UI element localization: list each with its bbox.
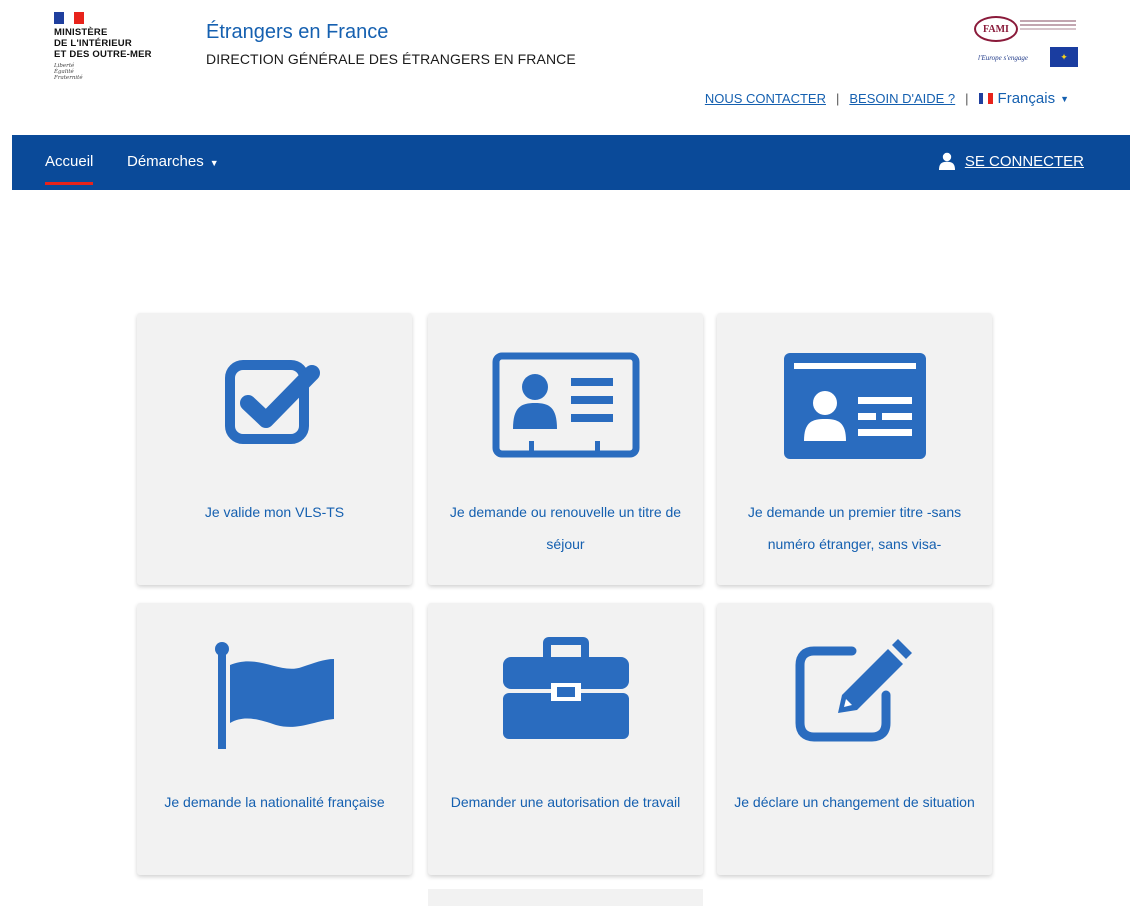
separator: | xyxy=(835,91,840,106)
tile-label: Je demande la nationalité française xyxy=(164,794,385,810)
tile-label: Demander une autorisation de travail xyxy=(450,794,681,810)
id-badge-icon xyxy=(492,352,639,458)
utility-nav: NOUS CONTACTER | BESOIN D'AIDE ? | Franç… xyxy=(705,90,1069,107)
tile-label: Je valide mon VLS-TS xyxy=(204,504,345,520)
marianne-flag-icon xyxy=(54,12,84,24)
flag-icon xyxy=(214,642,334,749)
checkbox-icon xyxy=(224,360,320,444)
fami-badge: FAMI xyxy=(974,16,1018,42)
tile-label: Je demande un premier titre -sans numéro… xyxy=(747,504,962,552)
login-button[interactable]: SE CONNECTER xyxy=(938,152,1084,170)
tile-change-situation[interactable]: Je déclare un changement de situation xyxy=(717,603,992,875)
help-link[interactable]: BESOIN D'AIDE ? xyxy=(849,91,955,106)
login-label: SE CONNECTER xyxy=(964,152,1084,170)
chevron-down-icon: ▼ xyxy=(209,158,219,168)
ministry-line-2: DE L'INTÉRIEUR xyxy=(54,38,132,49)
ministry-line-3: ET DES OUTRE-MER xyxy=(54,49,152,60)
site-header: MINISTÈRE DE L'INTÉRIEUR ET DES OUTRE-ME… xyxy=(0,0,1147,135)
tile-label: Je déclare un changement de situation xyxy=(734,794,975,810)
language-selector[interactable]: Français ▼ xyxy=(978,90,1069,107)
motto: Liberté Égalité Fraternité xyxy=(54,63,184,81)
tile-work-authorization[interactable]: Demander une autorisation de travail xyxy=(428,603,703,875)
site-title[interactable]: Étrangers en France xyxy=(206,21,388,44)
tile-label: Je demande ou renouvelle un titre de séj… xyxy=(449,504,682,552)
tile-residence-permit[interactable]: Je demande ou renouvelle un titre de séj… xyxy=(428,313,703,585)
nav-home[interactable]: Accueil xyxy=(45,153,94,185)
user-icon xyxy=(938,152,955,170)
fami-logo: FAMI l'Europe s'engage ✦ xyxy=(970,14,1082,72)
nav-procedures[interactable]: Démarches ▼ xyxy=(127,153,219,170)
contact-link[interactable]: NOUS CONTACTER xyxy=(705,91,826,106)
site-subtitle: DIRECTION GÉNÉRALE DES ÉTRANGERS EN FRAN… xyxy=(206,51,576,67)
fami-fine-print xyxy=(1020,20,1076,22)
ministry-line-1: MINISTÈRE xyxy=(54,27,108,38)
motto-line-3: Fraternité xyxy=(54,75,83,81)
nav-procedures-label: Démarches xyxy=(127,153,204,170)
tile-validate-vls-ts[interactable]: Je valide mon VLS-TS xyxy=(137,313,412,585)
language-label: Français xyxy=(997,90,1056,107)
tile-nationality[interactable]: Je demande la nationalité française xyxy=(137,603,412,875)
french-flag-icon xyxy=(978,93,993,104)
tile-first-permit[interactable]: Je demande un premier titre -sans numéro… xyxy=(717,313,992,585)
fami-tagline: l'Europe s'engage xyxy=(978,54,1028,62)
ministry-logo[interactable]: MINISTÈRE DE L'INTÉRIEUR ET DES OUTRE-ME… xyxy=(54,12,184,102)
main-navbar: Accueil Démarches ▼ SE CONNECTER xyxy=(12,135,1130,190)
chevron-down-icon: ▼ xyxy=(1060,93,1069,104)
id-card-icon xyxy=(783,353,926,459)
separator: | xyxy=(965,91,969,106)
briefcase-icon xyxy=(502,637,629,739)
edit-icon xyxy=(795,639,912,742)
tile-next-partial[interactable] xyxy=(428,889,703,906)
eu-flag-icon: ✦ xyxy=(1050,47,1078,67)
